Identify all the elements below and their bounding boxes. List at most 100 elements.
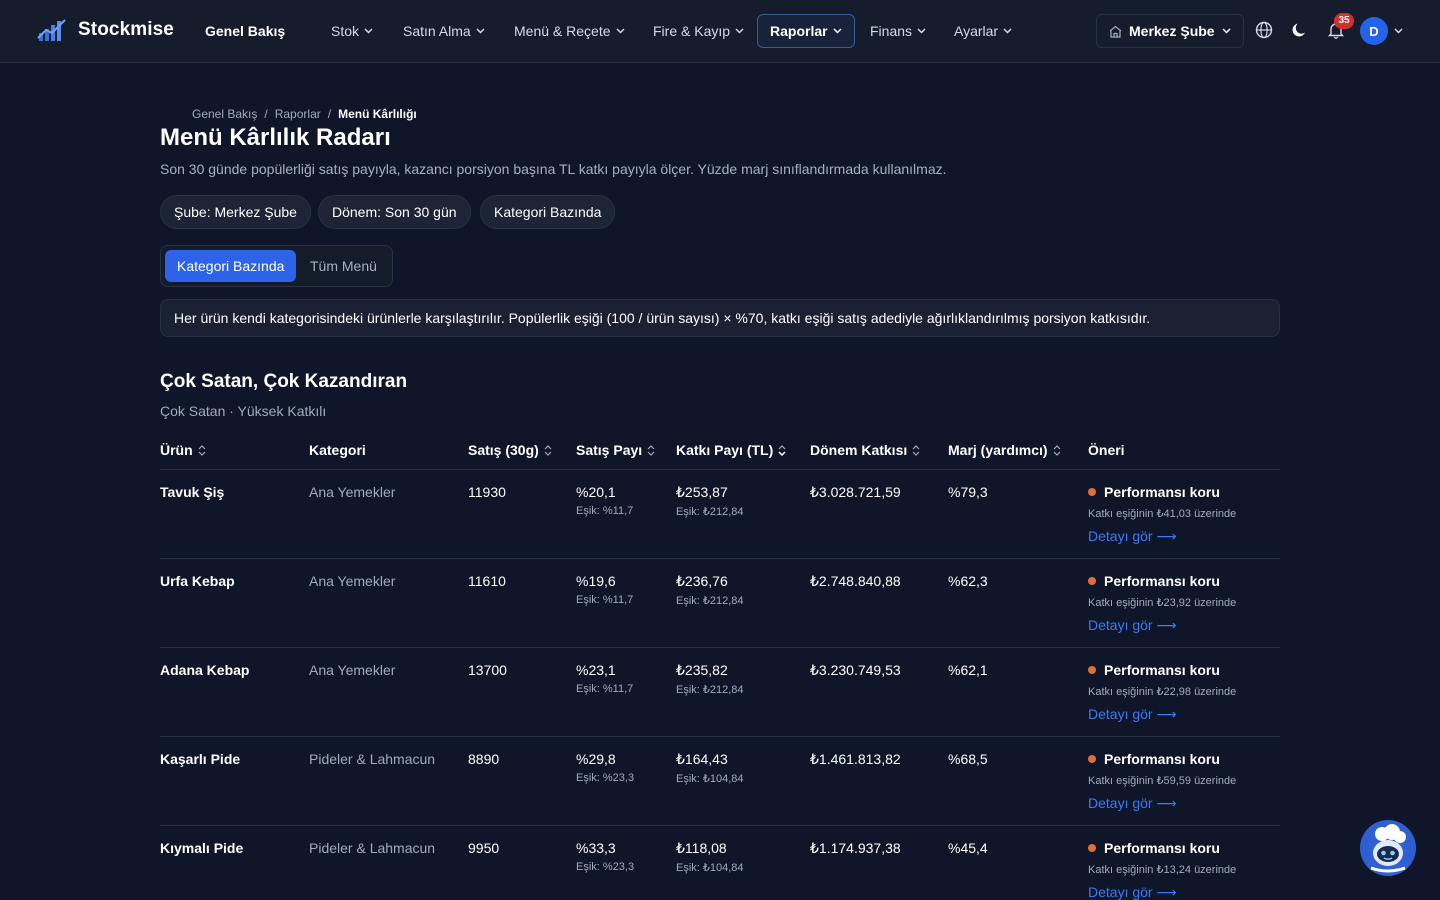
- column-header-margin[interactable]: Marj (yardımcı): [948, 442, 1061, 458]
- product-name[interactable]: Kıymalı Pide: [160, 840, 243, 856]
- product-name[interactable]: Urfa Kebap: [160, 573, 235, 589]
- toggle-full-menu[interactable]: Tüm Menü: [298, 250, 389, 282]
- recommendation-note: Katkı eşiğinin ₺13,24 üzerinde: [1088, 864, 1237, 876]
- chevron-down-icon: [735, 28, 744, 34]
- assistant-button[interactable]: [1360, 820, 1416, 876]
- contribution: ₺253,87: [676, 484, 728, 500]
- sort-icon: [198, 444, 206, 456]
- nav-label: Ayarlar: [954, 23, 999, 39]
- column-header-category: Kategori: [309, 442, 366, 458]
- globe-icon[interactable]: [1254, 20, 1274, 40]
- nav-ayarlar[interactable]: Ayarlar: [942, 14, 1024, 48]
- sort-icon: [544, 444, 552, 456]
- mode-filter-chip[interactable]: Kategori Bazında: [480, 195, 616, 229]
- recommendation: Performansı koru: [1088, 751, 1220, 767]
- top-navigation: Stockmise Genel Bakış Stok Satın Alma Me…: [0, 0, 1440, 63]
- contribution-threshold: Eşik: ₺104,84: [676, 862, 744, 874]
- contribution: ₺164,43: [676, 751, 728, 767]
- table-row: Tavuk Şiş Ana Yemekler 11930 %20,1 Eşik:…: [160, 470, 1280, 559]
- sales-share-threshold: Eşik: %23,3: [576, 861, 635, 873]
- chevron-down-icon: [833, 28, 842, 34]
- contribution: ₺235,82: [676, 662, 728, 678]
- branch-selector[interactable]: Merkez Şube: [1096, 14, 1244, 48]
- nav-label: Satın Alma: [403, 23, 471, 39]
- nav-raporlar[interactable]: Raporlar: [757, 14, 855, 48]
- breadcrumb-current: Menü Kârlılığı: [338, 107, 417, 121]
- detail-link[interactable]: Detayı gör ⟶: [1088, 528, 1177, 545]
- moon-icon[interactable]: [1290, 20, 1310, 40]
- chevron-down-icon: [364, 28, 373, 34]
- nav-stok[interactable]: Stok: [319, 14, 385, 48]
- contribution: ₺236,76: [676, 573, 728, 589]
- store-icon: [1109, 25, 1122, 38]
- recommendation: Performansı koru: [1088, 662, 1220, 678]
- margin: %79,3: [948, 484, 988, 500]
- contribution-threshold: Eşik: ₺212,84: [676, 595, 744, 607]
- detail-link[interactable]: Detayı gör ⟶: [1088, 617, 1177, 634]
- recommendation-note: Katkı eşiğinin ₺59,59 üzerinde: [1088, 775, 1237, 787]
- status-dot: [1088, 577, 1096, 585]
- nav-finans[interactable]: Finans: [858, 14, 938, 48]
- product-name[interactable]: Adana Kebap: [160, 662, 249, 678]
- category: Ana Yemekler: [309, 484, 396, 500]
- header-label: Marj (yardımcı): [948, 442, 1048, 458]
- contribution-threshold: Eşik: ₺212,84: [676, 684, 744, 696]
- nav-genel-bakis[interactable]: Genel Bakış: [193, 14, 297, 48]
- column-header-sales-share[interactable]: Satış Payı: [576, 442, 655, 458]
- product-name[interactable]: Tavuk Şiş: [160, 484, 224, 500]
- recommendation-label: Performansı koru: [1104, 840, 1220, 856]
- info-text: Her ürün kendi kategorisindeki ürünlerle…: [174, 310, 1151, 326]
- recommendation: Performansı koru: [1088, 840, 1220, 856]
- view-toggle: Kategori Bazında Tüm Menü: [160, 245, 393, 287]
- margin: %45,4: [948, 840, 988, 856]
- breadcrumb-home[interactable]: Genel Bakış: [192, 107, 257, 121]
- chevron-down-icon: [476, 28, 485, 34]
- avatar[interactable]: D: [1360, 17, 1388, 45]
- column-header-sales[interactable]: Satış (30g): [468, 442, 552, 458]
- sort-icon: [912, 444, 920, 456]
- nav-fire-kayip[interactable]: Fire & Kayıp: [641, 14, 756, 48]
- branch-filter-chip[interactable]: Şube: Merkez Şube: [160, 195, 311, 229]
- status-dot: [1088, 488, 1096, 496]
- table-row: Adana Kebap Ana Yemekler 13700 %23,1 Eşi…: [160, 648, 1280, 737]
- header-label: Satış Payı: [576, 442, 643, 458]
- recommendation-note: Katkı eşiğinin ₺23,92 üzerinde: [1088, 597, 1237, 609]
- product-name[interactable]: Kaşarlı Pide: [160, 751, 240, 767]
- recommendation-note: Katkı eşiğinin ₺22,98 üzerinde: [1088, 686, 1237, 698]
- category: Ana Yemekler: [309, 573, 396, 589]
- recommendation-note: Katkı eşiğinin ₺41,03 üzerinde: [1088, 508, 1237, 520]
- detail-link[interactable]: Detayı gör ⟶: [1088, 795, 1177, 812]
- toggle-category-view[interactable]: Kategori Bazında: [165, 250, 297, 282]
- nav-satin-alma[interactable]: Satın Alma: [391, 14, 497, 48]
- sort-icon: [647, 444, 655, 456]
- detail-link[interactable]: Detayı gör ⟶: [1088, 706, 1177, 723]
- recommendation-label: Performansı koru: [1104, 484, 1220, 500]
- sales-count: 13700: [468, 662, 507, 678]
- sales-share-threshold: Eşik: %11,7: [576, 594, 634, 606]
- detail-link[interactable]: Detayı gör ⟶: [1088, 884, 1177, 900]
- sales-share: %20,1: [576, 484, 616, 500]
- table-row: Urfa Kebap Ana Yemekler 11610 %19,6 Eşik…: [160, 559, 1280, 648]
- column-header-recommendation: Öneri: [1088, 442, 1125, 458]
- sort-icon: [1053, 444, 1061, 456]
- brand[interactable]: Stockmise: [36, 16, 174, 44]
- recommendation-label: Performansı koru: [1104, 573, 1220, 589]
- column-header-product[interactable]: Ürün: [160, 442, 206, 458]
- period-contribution: ₺3.230.749,53: [810, 662, 901, 678]
- recommendation: Performansı koru: [1088, 573, 1220, 589]
- breadcrumb-reports[interactable]: Raporlar: [275, 107, 321, 121]
- period-contribution: ₺3.028.721,59: [810, 484, 901, 500]
- chevron-down-icon[interactable]: [1394, 28, 1403, 34]
- sales-count: 8890: [468, 751, 500, 767]
- period-filter-chip[interactable]: Dönem: Son 30 gün: [318, 195, 471, 229]
- column-header-period-contribution[interactable]: Dönem Katkısı: [810, 442, 920, 458]
- contribution-threshold: Eşik: ₺104,84: [676, 773, 744, 785]
- category: Pideler & Lahmacun: [309, 751, 436, 767]
- sales-share: %19,6: [576, 573, 616, 589]
- sales-count: 11610: [468, 573, 506, 589]
- column-header-contribution[interactable]: Katkı Payı (TL): [676, 442, 786, 458]
- nav-menu-recete[interactable]: Menü & Reçete: [502, 14, 637, 48]
- margin: %68,5: [948, 751, 988, 767]
- period-contribution: ₺1.174.937,38: [810, 840, 901, 856]
- header-label: Kategori: [309, 442, 366, 458]
